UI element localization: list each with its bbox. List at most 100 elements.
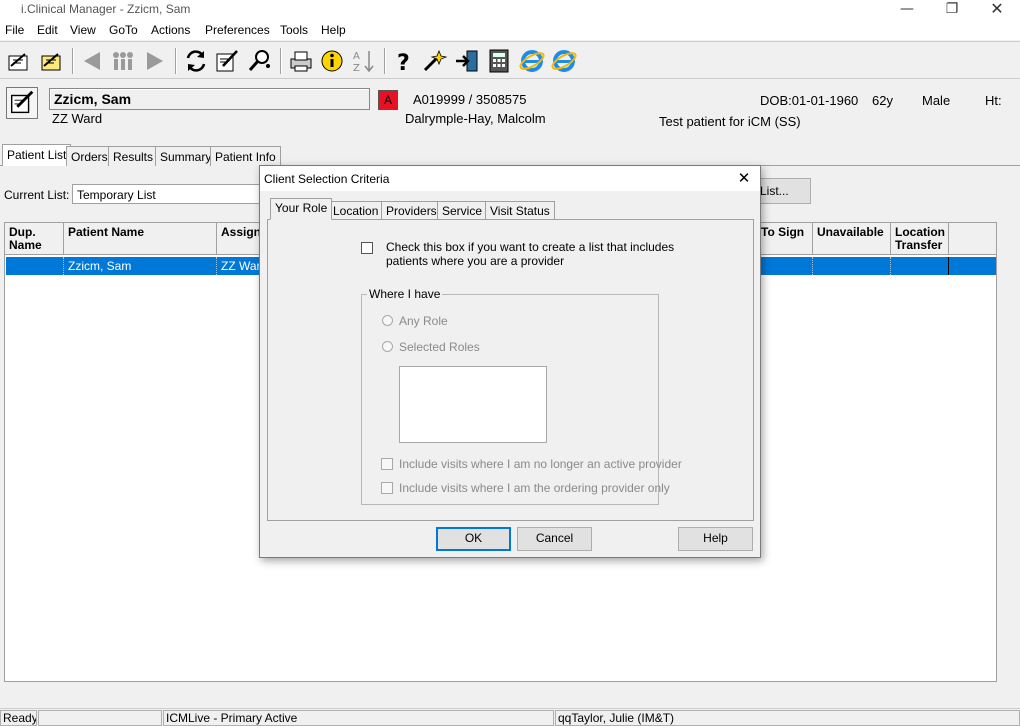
- ordering-provider-checkbox[interactable]: [381, 482, 393, 494]
- svg-text:A: A: [353, 51, 360, 62]
- patient-sex: Male: [922, 93, 951, 108]
- menu-preferences[interactable]: Preferences: [205, 23, 270, 37]
- col-unavailable[interactable]: Unavailable: [813, 223, 891, 255]
- provider-list-checkbox-label: Check this box if you want to create a l…: [386, 240, 675, 268]
- search-patient-icon[interactable]: [246, 48, 274, 74]
- menu-actions[interactable]: Actions: [151, 23, 190, 37]
- edit-note-icon: [10, 90, 34, 114]
- any-role-radio[interactable]: [382, 315, 393, 326]
- patient-age: 62y: [872, 93, 893, 108]
- patient-banner: Zzicm, Sam ZZ Ward A A019999 / 3508575 D…: [0, 82, 1020, 137]
- cell-unavailable: [813, 257, 891, 275]
- tab-patient-info[interactable]: Patient Info: [210, 146, 281, 166]
- close-icon[interactable]: ✕: [734, 169, 754, 189]
- dialog-panel-your-role: Check this box if you want to create a l…: [267, 219, 754, 521]
- roles-listbox[interactable]: [399, 366, 547, 443]
- cancel-button[interactable]: Cancel: [517, 527, 592, 551]
- tab-orders[interactable]: Orders: [66, 146, 113, 166]
- help-button[interactable]: Help: [678, 527, 753, 551]
- patient-height-label: Ht:: [985, 93, 1002, 108]
- svg-text:Z: Z: [353, 63, 360, 74]
- current-list-select[interactable]: Temporary List: [72, 184, 272, 204]
- no-longer-provider-checkbox[interactable]: [381, 458, 393, 470]
- toolbar-separator: [175, 48, 177, 74]
- internet-explorer-icon[interactable]: [518, 48, 546, 74]
- patient-ward: ZZ Ward: [52, 111, 103, 126]
- status-user: qqTaylor, Julie (IM&T): [555, 710, 1020, 726]
- patient-ids: A019999 / 3508575: [413, 92, 527, 107]
- title-bar: i.Clinical Manager - Zzicm, Sam — ❐ ✕: [0, 0, 1020, 20]
- dialog-tab-visit-status[interactable]: Visit Status: [485, 201, 555, 220]
- dialog-tab-service[interactable]: Service: [437, 201, 488, 220]
- provider-list-checkbox[interactable]: [361, 242, 373, 254]
- forward-arrow-icon[interactable]: [141, 48, 169, 74]
- internet-explorer-icon[interactable]: [550, 48, 578, 74]
- menu-goto[interactable]: GoTo: [109, 23, 138, 37]
- patient-notes-button[interactable]: [6, 87, 38, 119]
- current-list-label: Current List:: [4, 188, 70, 202]
- dialog-tab-your-role[interactable]: Your Role: [270, 198, 333, 220]
- dialog-tab-providers[interactable]: Providers: [381, 201, 442, 220]
- col-patient-name[interactable]: Patient Name: [64, 223, 217, 255]
- info-icon[interactable]: [318, 48, 346, 74]
- menu-file[interactable]: File: [5, 23, 24, 37]
- selected-roles-radio[interactable]: [382, 341, 393, 352]
- svg-text:?: ?: [397, 51, 410, 74]
- status-ready: Ready: [0, 710, 37, 726]
- window-title: i.Clinical Manager - Zzicm, Sam: [21, 2, 191, 16]
- status-empty: [38, 710, 162, 726]
- selected-roles-label: Selected Roles: [399, 340, 480, 354]
- menu-view[interactable]: View: [70, 23, 96, 37]
- tab-summary[interactable]: Summary: [155, 146, 217, 166]
- toolbar-separator: [280, 48, 282, 74]
- menu-help[interactable]: Help: [321, 23, 346, 37]
- sign-icon[interactable]: [38, 48, 66, 74]
- menu-tools[interactable]: Tools: [280, 23, 308, 37]
- any-role-label: Any Role: [399, 314, 448, 328]
- refresh-icon[interactable]: [182, 48, 210, 74]
- edit-note-icon[interactable]: [213, 48, 241, 74]
- sort-az-icon[interactable]: AZ: [350, 48, 378, 74]
- current-list-value: Temporary List: [77, 188, 156, 202]
- list-button[interactable]: List...: [755, 178, 811, 204]
- cell-dup-name: [6, 257, 64, 275]
- col-location-transfer[interactable]: Location Transfer: [891, 223, 949, 255]
- menu-edit[interactable]: Edit: [37, 23, 58, 37]
- patient-name: Zzicm, Sam: [54, 91, 132, 107]
- alert-badge[interactable]: A: [378, 90, 398, 110]
- cell-to-sign: [757, 257, 813, 275]
- calculator-icon[interactable]: [485, 48, 513, 74]
- tab-patient-list[interactable]: Patient List: [2, 144, 72, 166]
- toolbar: AZ ?: [0, 41, 1020, 79]
- help-question-icon[interactable]: ?: [390, 48, 418, 76]
- ordering-provider-label: Include visits where I am the ordering p…: [399, 481, 670, 495]
- toolbar-separator: [384, 48, 386, 74]
- toolbar-separator: [72, 48, 74, 74]
- dialog-title-bar: Client Selection Criteria ✕: [260, 166, 760, 191]
- col-dup-name[interactable]: Dup. Name: [5, 223, 64, 255]
- restore-icon[interactable]: ❐: [937, 0, 967, 20]
- printer-icon[interactable]: [287, 48, 315, 74]
- ok-button[interactable]: OK: [436, 527, 511, 551]
- wizard-icon[interactable]: [421, 48, 449, 74]
- cell-patient-name: Zzicm, Sam: [64, 257, 217, 275]
- people-icon[interactable]: [109, 48, 137, 74]
- patient-note: Test patient for iCM (SS): [659, 114, 801, 129]
- dialog-title: Client Selection Criteria: [264, 172, 390, 186]
- no-longer-provider-label: Include visits where I am no longer an a…: [399, 457, 682, 471]
- status-bar: Ready ICMLive - Primary Active qqTaylor,…: [0, 708, 1020, 726]
- col-to-sign[interactable]: To Sign: [757, 223, 813, 255]
- attending-provider: Dalrymple-Hay, Malcolm: [405, 111, 546, 126]
- patient-name-box: Zzicm, Sam: [49, 88, 370, 110]
- back-arrow-icon[interactable]: [78, 48, 106, 74]
- where-i-have-label: Where I have: [367, 287, 443, 301]
- handwriting-icon[interactable]: [5, 48, 33, 74]
- minimize-icon[interactable]: —: [892, 0, 922, 20]
- patient-dob: DOB:01-01-1960: [760, 93, 859, 108]
- col-filler: [949, 223, 996, 255]
- dialog-tab-location[interactable]: Location: [328, 201, 384, 220]
- tab-results[interactable]: Results: [108, 146, 159, 166]
- client-selection-dialog: Client Selection Criteria ✕ Your Role Lo…: [259, 165, 761, 558]
- exit-icon[interactable]: [453, 48, 481, 74]
- close-icon[interactable]: ✕: [982, 0, 1012, 20]
